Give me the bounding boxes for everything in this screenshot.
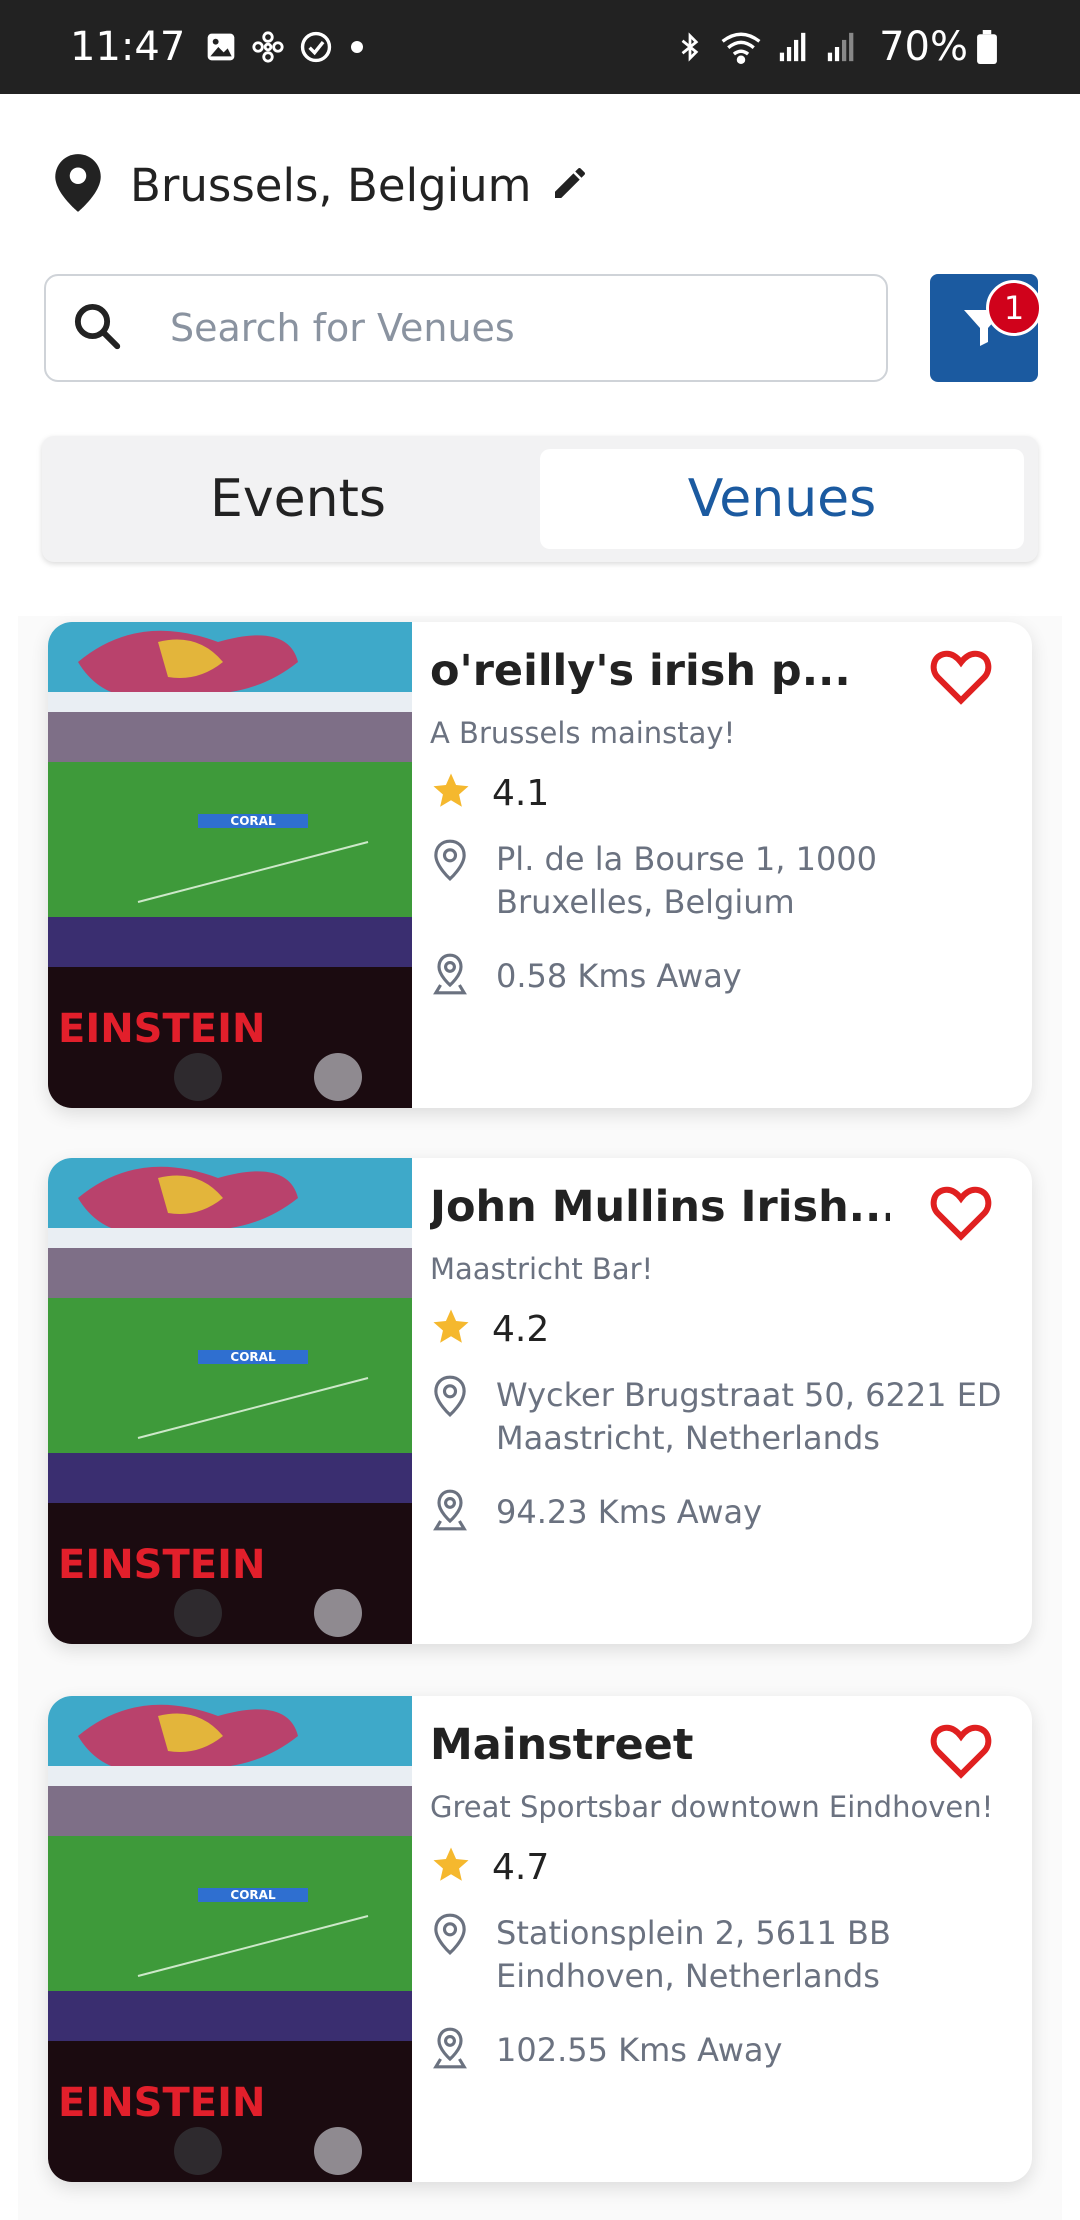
venue-address: Stationsplein 2, 5611 BB Eindhoven, Neth… xyxy=(496,1914,891,1995)
rating-row: 4.7 xyxy=(430,1844,549,1890)
map-pin-icon xyxy=(430,952,470,1000)
venue-info: John Mullins Irish... Maastricht Bar! 4.… xyxy=(430,1158,1032,1644)
address-row: Pl. de la Bourse 1, 1000 Bruxelles, Belg… xyxy=(430,838,1032,924)
distance-row: 94.23 Kms Away xyxy=(430,1488,762,1536)
battery-icon xyxy=(976,30,998,64)
venue-distance: 102.55 Kms Away xyxy=(496,2031,783,2069)
location-outline-icon xyxy=(430,1374,470,1460)
distance-row: 102.55 Kms Away xyxy=(430,2026,782,2074)
venue-distance: 94.23 Kms Away xyxy=(496,1493,763,1531)
heart-icon xyxy=(930,1186,992,1241)
rating-value: 4.7 xyxy=(492,1846,550,1888)
address-row: Stationsplein 2, 5611 BB Eindhoven, Neth… xyxy=(430,1912,1032,1998)
heart-icon xyxy=(930,1724,992,1779)
venue-card[interactable]: CORAL EINSTEIN Mainstreet Great Sportsba… xyxy=(48,1696,1032,2182)
rating-value: 4.2 xyxy=(492,1308,550,1350)
signal-icon xyxy=(777,30,811,64)
signal-icon xyxy=(825,30,859,64)
search-input[interactable] xyxy=(170,306,850,350)
status-bar: 11:47 70% xyxy=(0,0,1080,94)
sign-text: EINSTEIN xyxy=(58,1542,265,1588)
star-icon xyxy=(430,1844,472,1890)
rating-row: 4.1 xyxy=(430,770,549,816)
venue-distance: 0.58 Kms Away xyxy=(496,957,742,995)
search-icon xyxy=(70,299,124,357)
star-icon xyxy=(430,1306,472,1352)
dot-icon xyxy=(347,37,367,57)
status-right: 70% xyxy=(675,24,1012,70)
wifi-icon xyxy=(719,30,763,64)
search-box[interactable] xyxy=(44,274,888,382)
venue-name: o'reilly's irish p... xyxy=(430,646,851,696)
venue-image: CORAL EINSTEIN xyxy=(48,1158,412,1644)
venue-card[interactable]: CORAL EINSTEIN John Mullins Irish... Maa… xyxy=(48,1158,1032,1644)
bluetooth-icon xyxy=(675,30,705,64)
scoreboard-text: CORAL xyxy=(230,1888,276,1902)
venue-image: CORAL EINSTEIN xyxy=(48,622,412,1108)
rating-value: 4.1 xyxy=(492,772,550,814)
venue-address: Pl. de la Bourse 1, 1000 Bruxelles, Belg… xyxy=(496,840,878,921)
favorite-button[interactable] xyxy=(928,1182,994,1244)
status-left: 11:47 xyxy=(70,24,381,70)
venue-info: o'reilly's irish p... A Brussels mainsta… xyxy=(430,622,1032,1108)
venue-card[interactable]: CORAL EINSTEIN o'reilly's irish p... A B… xyxy=(48,622,1032,1108)
image-icon xyxy=(205,31,237,63)
filter-badge: 1 xyxy=(986,280,1042,336)
location-row[interactable]: Brussels, Belgium xyxy=(52,150,590,220)
venue-image: CORAL EINSTEIN xyxy=(48,1696,412,2182)
location-outline-icon xyxy=(430,838,470,924)
heart-icon xyxy=(930,650,992,705)
location-outline-icon xyxy=(430,1912,470,1998)
check-circle-icon xyxy=(299,30,333,64)
star-icon xyxy=(430,770,472,816)
favorite-button[interactable] xyxy=(928,646,994,708)
rating-row: 4.2 xyxy=(430,1306,549,1352)
fan-icon xyxy=(251,30,285,64)
status-time: 11:47 xyxy=(70,24,186,70)
venue-description: Maastricht Bar! xyxy=(430,1252,654,1286)
segmented-tabs: Events Venues xyxy=(42,436,1038,562)
venue-description: A Brussels mainstay! xyxy=(430,716,736,750)
scoreboard-text: CORAL xyxy=(230,814,276,828)
venue-name: Mainstreet xyxy=(430,1720,694,1770)
venue-name: John Mullins Irish... xyxy=(430,1182,890,1232)
tab-venues[interactable]: Venues xyxy=(540,449,1024,549)
battery-percent: 70% xyxy=(879,24,968,70)
venue-description: Great Sportsbar downtown Eindhoven! xyxy=(430,1790,994,1824)
scoreboard-text: CORAL xyxy=(230,1350,276,1364)
sign-text: EINSTEIN xyxy=(58,1006,265,1052)
venue-info: Mainstreet Great Sportsbar downtown Eind… xyxy=(430,1696,1032,2182)
location-text: Brussels, Belgium xyxy=(130,158,532,212)
venue-address: Wycker Brugstraat 50, 6221 ED Maastricht… xyxy=(496,1376,1002,1457)
address-row: Wycker Brugstraat 50, 6221 ED Maastricht… xyxy=(430,1374,1032,1460)
distance-row: 0.58 Kms Away xyxy=(430,952,742,1000)
pencil-icon[interactable] xyxy=(550,163,590,207)
map-pin-icon xyxy=(430,2026,470,2074)
favorite-button[interactable] xyxy=(928,1720,994,1782)
location-pin-icon xyxy=(52,152,104,218)
sign-text: EINSTEIN xyxy=(58,2080,265,2126)
tab-events[interactable]: Events xyxy=(56,449,540,549)
map-pin-icon xyxy=(430,1488,470,1536)
